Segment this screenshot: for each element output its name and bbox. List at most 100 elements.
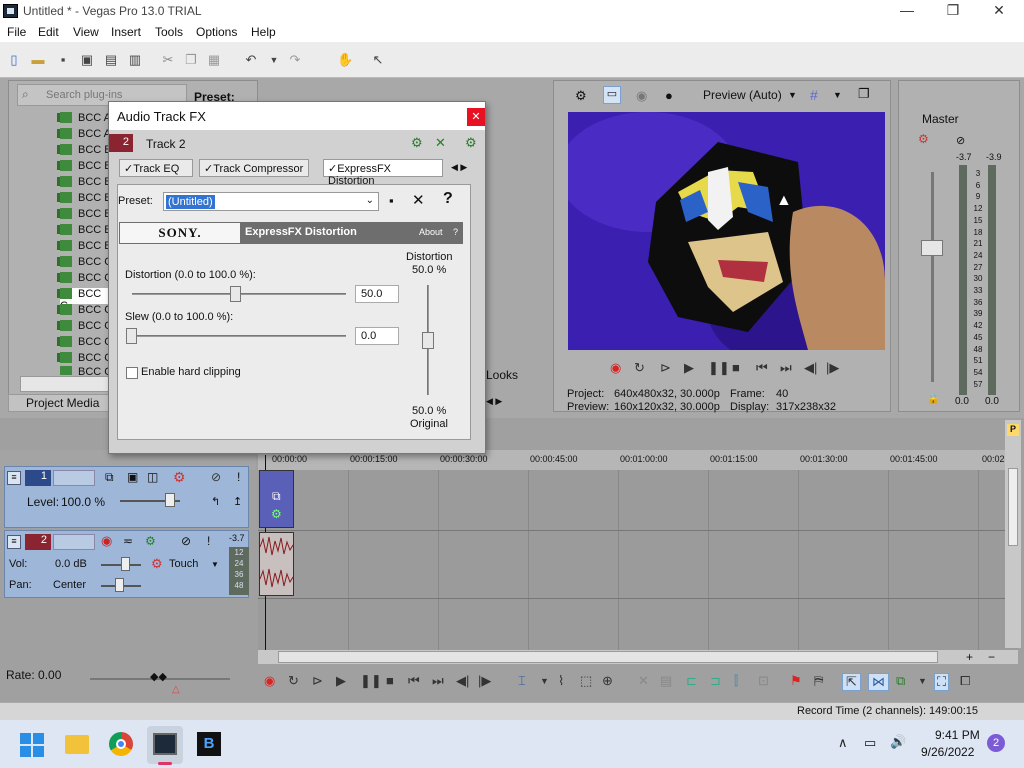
chevron-down-icon[interactable]: ▼ [918, 676, 927, 686]
pause-icon[interactable]: ❚❚ [708, 360, 730, 376]
marker-icon[interactable]: P [1007, 424, 1019, 436]
automation-mode[interactable]: Touch [169, 558, 198, 570]
split-screen-icon[interactable]: ◉ [636, 88, 647, 104]
level-slider-handle[interactable] [165, 493, 175, 507]
zoom-in-icon[interactable]: + [966, 650, 973, 664]
menu-file[interactable]: File [7, 25, 26, 39]
copy-icon[interactable]: ❐ [183, 52, 199, 68]
cut-icon[interactable]: ✂ [160, 52, 176, 68]
insert-region-icon[interactable]: ⛿ [814, 673, 823, 689]
stop-icon[interactable]: ■ [732, 360, 740, 375]
list-item[interactable]: BCC C [60, 272, 112, 288]
menu-options[interactable]: Options [196, 25, 237, 39]
distortion-value-field[interactable]: 50.0 [355, 285, 399, 303]
master-fx-icon[interactable]: ⚙ [918, 132, 929, 146]
preset-dropdown[interactable]: (Untitled) ⌄ [163, 192, 379, 211]
horizontal-scroll-thumb[interactable] [278, 651, 938, 663]
event-fx-icon[interactable]: ⚙ [271, 507, 282, 521]
solo-icon[interactable]: ! [237, 470, 240, 484]
play-from-start-icon[interactable]: ⊳ [312, 673, 323, 689]
restore-button[interactable]: ❐ [938, 2, 968, 20]
hard-clipping-checkbox[interactable] [126, 367, 138, 379]
chevron-down-icon[interactable]: ▼ [833, 90, 842, 100]
lock-icon[interactable]: 🔒 [927, 394, 939, 405]
automation-icon[interactable]: ⚙ [151, 556, 163, 572]
what-is-this-icon[interactable]: ↖ [370, 52, 386, 68]
save-as-icon[interactable]: ▣ [79, 52, 95, 68]
menu-insert[interactable]: Insert [111, 25, 141, 39]
overlays-icon[interactable]: ● [665, 88, 673, 103]
make-compositing-child-icon[interactable]: ↥ [233, 495, 242, 508]
grid-icon[interactable]: # [810, 87, 818, 103]
preview-properties-icon[interactable]: ⚙ [575, 88, 587, 104]
file-explorer-icon[interactable] [65, 735, 89, 754]
undo-dropdown-icon[interactable]: ▼ [266, 52, 282, 68]
remove-plugin-icon[interactable]: ✕ [435, 135, 446, 151]
zoom-tool-icon[interactable]: ⊕ [602, 673, 613, 689]
record-icon[interactable]: ◉ [610, 360, 621, 376]
dialog-titlebar[interactable]: Audio Track FX ✕ [109, 102, 485, 130]
paste-icon[interactable]: ▦ [206, 52, 222, 68]
list-item[interactable]: BCC A [60, 128, 111, 144]
list-item[interactable]: BCC B [60, 224, 112, 240]
crossfade-icon[interactable]: ⧉ [896, 673, 905, 689]
tab-scroll-arrows[interactable]: ◀ ▶ [486, 396, 518, 412]
horizontal-scrollbar[interactable] [20, 376, 110, 392]
list-item[interactable]: BCC A [60, 112, 111, 128]
lock-event-icon[interactable]: ⊡ [758, 673, 769, 689]
record-icon[interactable]: ◉ [264, 673, 275, 689]
slew-value-field[interactable]: 0.0 [355, 327, 399, 345]
audio-event[interactable] [259, 532, 294, 596]
motion-icon[interactable]: ◫ [147, 470, 158, 484]
clock-date[interactable]: 9/26/2022 [921, 745, 974, 759]
next-frame-icon[interactable]: |▶ [478, 673, 491, 689]
list-item[interactable]: BCC C [60, 256, 112, 272]
list-item[interactable]: BCC B [60, 208, 112, 224]
list-item[interactable]: BCC C [60, 320, 112, 336]
chevron-down-icon[interactable]: ⌄ [366, 195, 374, 206]
expand-track-icon[interactable]: ▣ [127, 470, 138, 484]
list-item[interactable]: BCC C [60, 336, 112, 352]
trim-end-icon[interactable]: ⊐ [710, 673, 721, 689]
about-button[interactable]: About [419, 227, 443, 237]
mix-slider-handle[interactable] [422, 332, 434, 349]
volume-icon[interactable]: 🔊 [890, 734, 906, 750]
new-file-icon[interactable]: ▯ [6, 52, 22, 68]
menu-tools[interactable]: Tools [155, 25, 183, 39]
invert-phase-icon[interactable]: ≂ [123, 534, 133, 548]
timeline-tracks[interactable] [258, 470, 1018, 650]
minimize-button[interactable]: — [892, 2, 922, 20]
solo-icon[interactable]: ! [207, 534, 210, 548]
go-to-start-icon[interactable]: ⏮ [408, 673, 420, 689]
chevron-down-icon[interactable]: ▼ [211, 560, 219, 569]
close-icon[interactable]: ✕ [467, 108, 485, 126]
previous-frame-icon[interactable]: ◀| [804, 360, 817, 376]
redo-icon[interactable]: ↷ [287, 52, 303, 68]
zoom-out-icon[interactable]: − [988, 650, 995, 664]
master-fader-handle[interactable] [921, 240, 943, 256]
audio-track-header[interactable]: ≡ 2 ◉ ≂ ⚙ ⊘ ! -3.7 12 24 36 48 Vol: 0.0 dB … [4, 530, 249, 598]
play-icon[interactable]: ▶ [684, 360, 694, 376]
bypass-motion-icon[interactable]: ↰ [211, 495, 220, 508]
selection-tool-icon[interactable]: ⬚ [580, 673, 592, 689]
tab-track-compressor[interactable]: ✓Track Compressor [199, 159, 309, 177]
edit-tool-icon[interactable]: ✋ [337, 52, 353, 68]
mute-icon[interactable]: ⊘ [181, 534, 191, 548]
menu-view[interactable]: View [73, 25, 99, 39]
next-frame-icon[interactable]: |▶ [826, 360, 839, 376]
lock-envelopes-icon[interactable]: ⛶ [934, 673, 950, 691]
vol-slider-handle[interactable] [121, 557, 130, 571]
open-folder-icon[interactable]: ▬ [30, 52, 46, 68]
delete-icon[interactable]: ✕ [638, 673, 649, 689]
about-help-icon[interactable]: ? [453, 227, 458, 237]
chevron-down-icon[interactable]: ▼ [788, 90, 797, 100]
close-window-button[interactable]: ✕ [984, 2, 1014, 20]
delete-preset-icon[interactable]: ✕ [412, 191, 425, 209]
vegas-taskbar-icon[interactable] [153, 733, 177, 755]
notification-badge[interactable]: 2 [987, 734, 1005, 752]
arm-record-icon[interactable]: ◉ [101, 533, 112, 549]
tab-scroll-arrows[interactable]: ◀ ▶ [451, 162, 467, 173]
trim-icon[interactable]: ▤ [660, 673, 672, 689]
list-item[interactable]: BCC C [60, 366, 112, 375]
go-to-start-icon[interactable]: ⏮ [756, 360, 768, 376]
